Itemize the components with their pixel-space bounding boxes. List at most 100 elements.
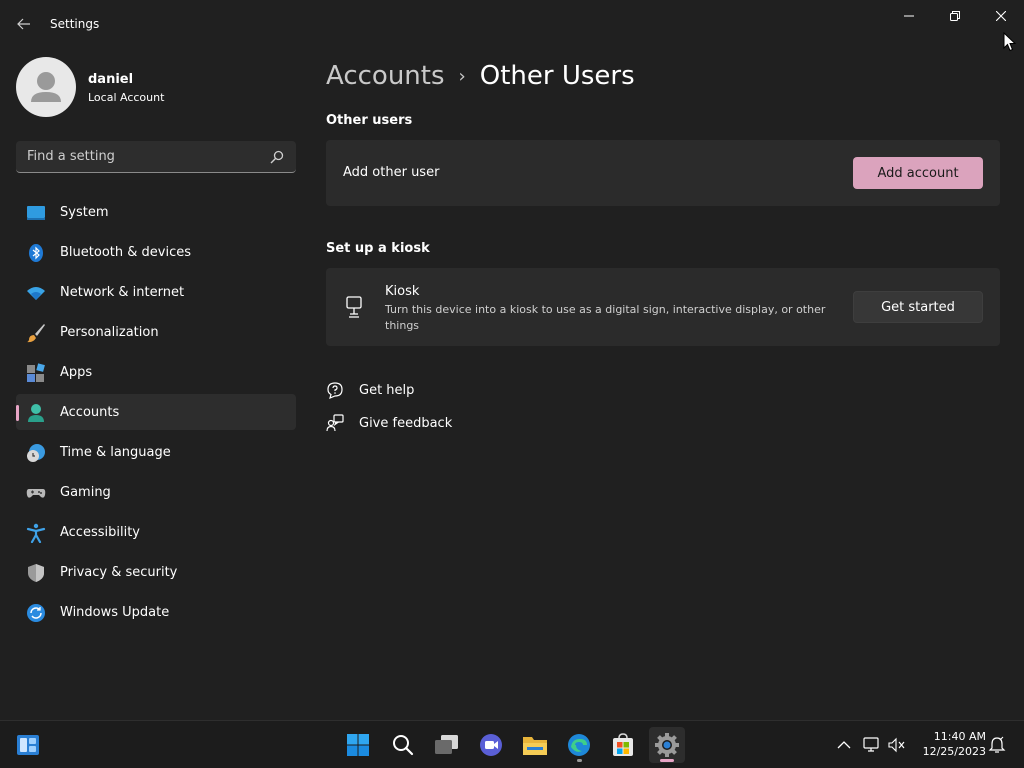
accounts-icon [28, 404, 44, 422]
sidebar-item-label: System [60, 205, 109, 220]
add-other-user-label: Add other user [343, 165, 440, 180]
gamepad-icon [26, 489, 46, 498]
sidebar-item-label: Privacy & security [60, 565, 178, 580]
network-icon [863, 737, 879, 752]
task-view-button[interactable] [429, 727, 465, 763]
taskbar-search-button[interactable] [385, 727, 421, 763]
wifi-icon [27, 287, 45, 300]
search-icon[interactable] [270, 150, 284, 164]
sidebar-item-privacy[interactable]: Privacy & security [16, 554, 296, 590]
breadcrumb: Accounts › Other Users [326, 58, 635, 94]
user-profile[interactable]: daniel Local Account [16, 57, 296, 117]
search-icon [393, 735, 414, 756]
store-button[interactable] [605, 727, 641, 763]
add-account-button[interactable]: Add account [853, 157, 983, 189]
brush-icon [27, 324, 45, 343]
sidebar-item-accessibility[interactable]: Accessibility [16, 514, 296, 550]
taskbar-clock[interactable]: 11:40 AM 12/25/2023 [916, 729, 986, 759]
chevron-up-icon [837, 741, 851, 749]
give-feedback-link[interactable]: Give feedback [326, 412, 452, 434]
sidebar-item-time-language[interactable]: Time & language [16, 434, 296, 470]
feedback-icon [326, 414, 344, 432]
give-feedback-label: Give feedback [359, 415, 453, 431]
app-title: Settings [50, 17, 100, 31]
sidebar-item-label: Apps [60, 365, 93, 380]
shield-icon [28, 564, 44, 582]
volume-muted-icon [888, 737, 905, 753]
widgets-button[interactable] [10, 727, 46, 763]
sidebar-item-gaming[interactable]: Gaming [16, 474, 296, 510]
start-icon [347, 734, 369, 756]
breadcrumb-parent[interactable]: Accounts [326, 61, 445, 91]
bluetooth-icon [29, 244, 43, 262]
section-title-kiosk: Set up a kiosk [326, 241, 430, 256]
search-input[interactable] [16, 141, 256, 172]
kiosk-card: Kiosk Turn this device into a kiosk to u… [326, 268, 1000, 346]
running-indicator [577, 759, 582, 762]
minimize-icon [904, 15, 914, 17]
sidebar-item-label: Windows Update [60, 605, 170, 620]
settings-icon [655, 733, 679, 757]
settings-window: Settings daniel Local Account Find a set… [0, 0, 1024, 720]
store-icon [613, 733, 633, 756]
edge-icon [568, 734, 590, 756]
sidebar-item-network[interactable]: Network & internet [16, 274, 296, 310]
sidebar-item-apps[interactable]: Apps [16, 354, 296, 390]
sidebar-item-label: Network & internet [60, 285, 185, 300]
clock-globe-icon [27, 444, 45, 462]
get-started-button[interactable]: Get started [853, 291, 983, 323]
sidebar-item-label: Gaming [60, 485, 111, 500]
sidebar-item-accounts[interactable]: Accounts [16, 394, 296, 430]
search-box[interactable] [16, 141, 296, 173]
file-explorer-icon [523, 737, 547, 755]
edge-button[interactable] [561, 727, 597, 763]
widgets-icon [17, 735, 39, 755]
person-icon [31, 72, 61, 102]
add-other-user-card: Add other user Add account [326, 140, 1000, 206]
show-hidden-icons-button[interactable] [834, 735, 854, 755]
volume-tray-button[interactable] [887, 735, 907, 755]
active-app-indicator [660, 759, 674, 762]
taskbar [0, 720, 1024, 768]
get-help-link[interactable]: Get help [326, 379, 414, 401]
update-icon [27, 604, 45, 622]
close-icon [996, 11, 1006, 21]
sidebar-nav: System Bluetooth & devices Network & int… [16, 194, 296, 634]
account-type: Local Account [88, 91, 165, 104]
kiosk-icon [346, 296, 362, 318]
sidebar-item-bluetooth[interactable]: Bluetooth & devices [16, 234, 296, 270]
page-title: Other Users [479, 61, 635, 91]
back-button[interactable] [10, 12, 38, 36]
notification-bell-icon [988, 736, 1006, 753]
breadcrumb-separator: › [458, 65, 466, 87]
user-name: daniel [88, 72, 134, 87]
sidebar-item-label: Bluetooth & devices [60, 245, 191, 260]
restore-button[interactable] [932, 0, 978, 32]
close-button[interactable] [978, 0, 1024, 32]
sidebar-item-personalization[interactable]: Personalization [16, 314, 296, 350]
kiosk-description: Turn this device into a kiosk to use as … [385, 303, 826, 332]
system-icon [27, 206, 45, 220]
notifications-button[interactable] [987, 735, 1007, 755]
start-button[interactable] [340, 727, 376, 763]
teams-chat-icon [480, 734, 502, 756]
sidebar-item-system[interactable]: System [16, 194, 296, 230]
title-bar: Settings [0, 0, 1024, 48]
clock-time: 11:40 AM [933, 730, 986, 743]
sidebar-item-label: Accounts [60, 405, 120, 420]
sidebar-item-label: Personalization [60, 325, 159, 340]
accessibility-icon [26, 523, 46, 543]
avatar [16, 57, 76, 117]
chat-button[interactable] [473, 727, 509, 763]
minimize-button[interactable] [886, 0, 932, 32]
settings-taskbar-button[interactable] [649, 727, 685, 763]
sidebar-item-windows-update[interactable]: Windows Update [16, 594, 296, 630]
file-explorer-button[interactable] [517, 727, 553, 763]
apps-icon [27, 363, 45, 382]
mouse-cursor-icon [1003, 32, 1017, 52]
sidebar-item-label: Accessibility [60, 525, 140, 540]
kiosk-title: Kiosk [385, 284, 420, 299]
help-icon [327, 382, 343, 399]
network-tray-button[interactable] [862, 735, 882, 755]
sidebar-item-label: Time & language [60, 445, 171, 460]
